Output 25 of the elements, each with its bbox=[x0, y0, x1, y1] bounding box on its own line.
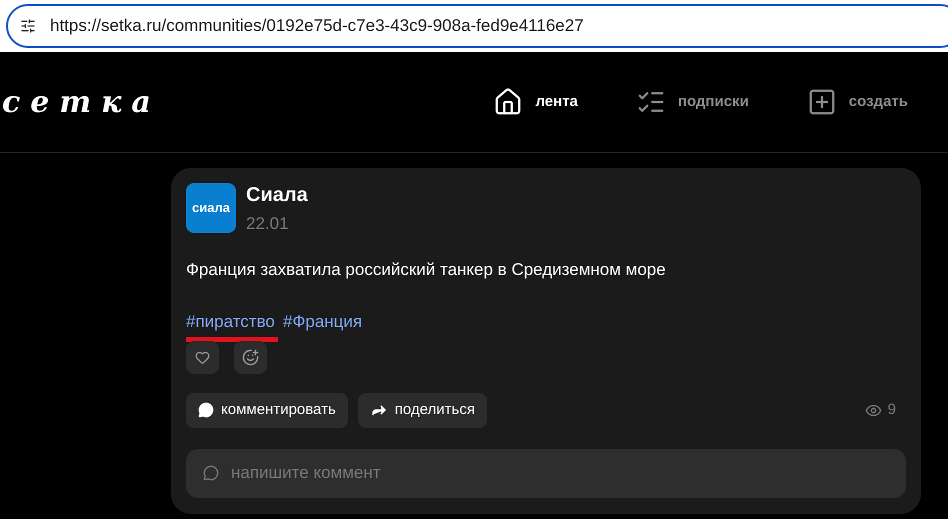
nav-item[interactable]: подписки bbox=[636, 87, 749, 117]
site-settings-icon[interactable] bbox=[20, 18, 36, 34]
reaction-button[interactable] bbox=[234, 340, 267, 374]
address-bar[interactable]: https://setka.ru/communities/0192e75d-c7e3-43c9-908a-fed9e4116e27 bbox=[6, 4, 948, 48]
plus-square-icon bbox=[806, 87, 837, 117]
nav-item[interactable]: создать bbox=[806, 87, 908, 117]
hashtag-link[interactable]: #Франция bbox=[283, 309, 362, 334]
like-button[interactable] bbox=[186, 340, 219, 374]
post-text: Франция захватила российский танкер в Средиземном море bbox=[186, 258, 667, 280]
hashtag-link[interactable]: #пиратство bbox=[186, 309, 278, 334]
url-text: https://setka.ru/communities/0192e75d-c7e3-43c9-908a-fed9e4116e27 bbox=[50, 15, 584, 38]
comment-field[interactable]: напишите коммент bbox=[186, 448, 906, 498]
logo[interactable]: сетка bbox=[2, 80, 161, 124]
avatar[interactable]: сиала bbox=[186, 183, 236, 233]
speech-bubble-icon bbox=[203, 464, 219, 480]
author-name[interactable]: Сиала bbox=[246, 183, 308, 207]
share-button[interactable]: поделиться bbox=[358, 392, 487, 428]
nav-item[interactable]: лента bbox=[493, 87, 578, 117]
post-date: 22.01 bbox=[246, 213, 290, 235]
heart-icon bbox=[195, 350, 210, 364]
house-icon bbox=[493, 87, 524, 117]
smiley-plus-icon bbox=[242, 348, 259, 366]
comment-button[interactable]: комментировать bbox=[186, 392, 348, 428]
view-count: 9 bbox=[888, 400, 896, 420]
speech-bubble-icon bbox=[198, 402, 214, 418]
